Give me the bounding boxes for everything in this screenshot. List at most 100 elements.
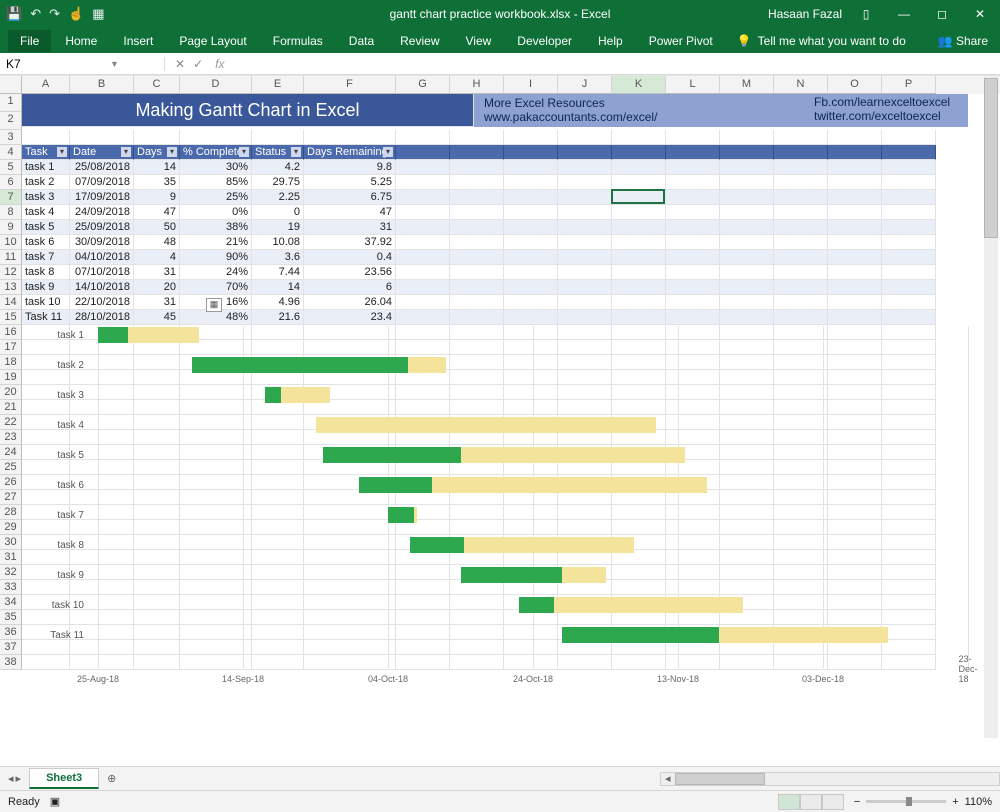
col-header-B[interactable]: B (70, 76, 134, 94)
cell-N10[interactable] (774, 235, 828, 250)
cell-M4[interactable] (720, 145, 774, 160)
cell-A10[interactable]: task 6 (22, 235, 70, 250)
select-all-triangle[interactable] (0, 76, 22, 94)
row-header-18[interactable]: 18 (0, 355, 22, 370)
gantt-bar[interactable] (98, 327, 200, 343)
ribbon-tab-data[interactable]: Data (337, 30, 386, 52)
filter-dropdown-icon[interactable]: ▾ (383, 147, 393, 157)
cell-L14[interactable] (666, 295, 720, 310)
cell-O5[interactable] (828, 160, 882, 175)
ribbon-tab-help[interactable]: Help (586, 30, 635, 52)
row-header-2[interactable]: 2 (0, 112, 22, 130)
ribbon-tab-view[interactable]: View (454, 30, 504, 52)
cell-B15[interactable]: 28/10/2018 (70, 310, 134, 325)
cell-M8[interactable] (720, 205, 774, 220)
row-header-22[interactable]: 22 (0, 415, 22, 430)
cell-B12[interactable]: 07/10/2018 (70, 265, 134, 280)
table-icon[interactable]: ▦ (92, 6, 104, 22)
cell-C15[interactable]: 45 (134, 310, 180, 325)
cell-K15[interactable] (612, 310, 666, 325)
cell-A7[interactable]: task 3 (22, 190, 70, 205)
cell-O15[interactable] (828, 310, 882, 325)
cell-E12[interactable]: 7.44 (252, 265, 304, 280)
cell-N14[interactable] (774, 295, 828, 310)
cell-A5[interactable]: task 1 (22, 160, 70, 175)
cell-P9[interactable] (882, 220, 936, 235)
col-header-N[interactable]: N (774, 76, 828, 94)
gantt-chart[interactable]: 25-Aug-1814-Sep-1804-Oct-1824-Oct-1813-N… (58, 326, 968, 696)
cell-D9[interactable]: 38% (180, 220, 252, 235)
cell-H6[interactable] (450, 175, 504, 190)
redo-icon[interactable]: ↷ (49, 6, 60, 22)
close-icon[interactable]: ✕ (966, 7, 994, 21)
cell-D8[interactable]: 0% (180, 205, 252, 220)
cell-P10[interactable] (882, 235, 936, 250)
cell-A4[interactable]: Task▾ (22, 145, 70, 160)
col-header-C[interactable]: C (134, 76, 180, 94)
gantt-bar[interactable] (316, 417, 657, 433)
name-box-dropdown-icon[interactable]: ▼ (110, 59, 119, 69)
cell-B6[interactable]: 07/09/2018 (70, 175, 134, 190)
row-header-13[interactable]: 13 (0, 280, 22, 295)
tell-me-text[interactable]: Tell me what you want to do (758, 34, 906, 48)
cell-P5[interactable] (882, 160, 936, 175)
scroll-left-icon[interactable]: ◂ (661, 772, 675, 785)
cell-C13[interactable]: 20 (134, 280, 180, 295)
cell-D3[interactable] (180, 130, 252, 145)
cell-I13[interactable] (504, 280, 558, 295)
col-header-I[interactable]: I (504, 76, 558, 94)
cell-I3[interactable] (504, 130, 558, 145)
cell-B14[interactable]: 22/10/2018 (70, 295, 134, 310)
name-box-input[interactable] (6, 57, 106, 71)
cell-L13[interactable] (666, 280, 720, 295)
cell-P14[interactable] (882, 295, 936, 310)
cell-A8[interactable]: task 4 (22, 205, 70, 220)
cell-J13[interactable] (558, 280, 612, 295)
row-header-8[interactable]: 8 (0, 205, 22, 220)
cell-G14[interactable] (396, 295, 450, 310)
cell-A12[interactable]: task 8 (22, 265, 70, 280)
undo-icon[interactable]: ↶ (30, 6, 41, 22)
cell-J10[interactable] (558, 235, 612, 250)
cell-F5[interactable]: 9.8 (304, 160, 396, 175)
cell-B8[interactable]: 24/09/2018 (70, 205, 134, 220)
page-break-view-button[interactable] (822, 794, 844, 810)
cell-F3[interactable] (304, 130, 396, 145)
gantt-bar[interactable] (192, 357, 446, 373)
restore-icon[interactable]: ◻ (928, 7, 956, 21)
cell-J15[interactable] (558, 310, 612, 325)
row-header-28[interactable]: 28 (0, 505, 22, 520)
cell-M12[interactable] (720, 265, 774, 280)
cell-L5[interactable] (666, 160, 720, 175)
cell-E14[interactable]: 4.96 (252, 295, 304, 310)
cell-I9[interactable] (504, 220, 558, 235)
cell-H12[interactable] (450, 265, 504, 280)
ribbon-tab-formulas[interactable]: Formulas (261, 30, 335, 52)
cell-K4[interactable] (612, 145, 666, 160)
cell-E7[interactable]: 2.25 (252, 190, 304, 205)
cell-G6[interactable] (396, 175, 450, 190)
col-header-H[interactable]: H (450, 76, 504, 94)
cell-J4[interactable] (558, 145, 612, 160)
cell-B10[interactable]: 30/09/2018 (70, 235, 134, 250)
cell-G4[interactable] (396, 145, 450, 160)
cell-H14[interactable] (450, 295, 504, 310)
row-header-23[interactable]: 23 (0, 430, 22, 445)
cell-G13[interactable] (396, 280, 450, 295)
cell-L8[interactable] (666, 205, 720, 220)
cell-P11[interactable] (882, 250, 936, 265)
gantt-bar[interactable] (562, 627, 888, 643)
row-header-37[interactable]: 37 (0, 640, 22, 655)
cell-I5[interactable] (504, 160, 558, 175)
cell-M11[interactable] (720, 250, 774, 265)
cell-H9[interactable] (450, 220, 504, 235)
cell-D4[interactable]: % Complete▾ (180, 145, 252, 160)
cell-J5[interactable] (558, 160, 612, 175)
row-header-34[interactable]: 34 (0, 595, 22, 610)
cell-H13[interactable] (450, 280, 504, 295)
zoom-level[interactable]: 110% (965, 796, 992, 808)
cell-J8[interactable] (558, 205, 612, 220)
col-header-P[interactable]: P (882, 76, 936, 94)
cell-G15[interactable] (396, 310, 450, 325)
cell-M6[interactable] (720, 175, 774, 190)
